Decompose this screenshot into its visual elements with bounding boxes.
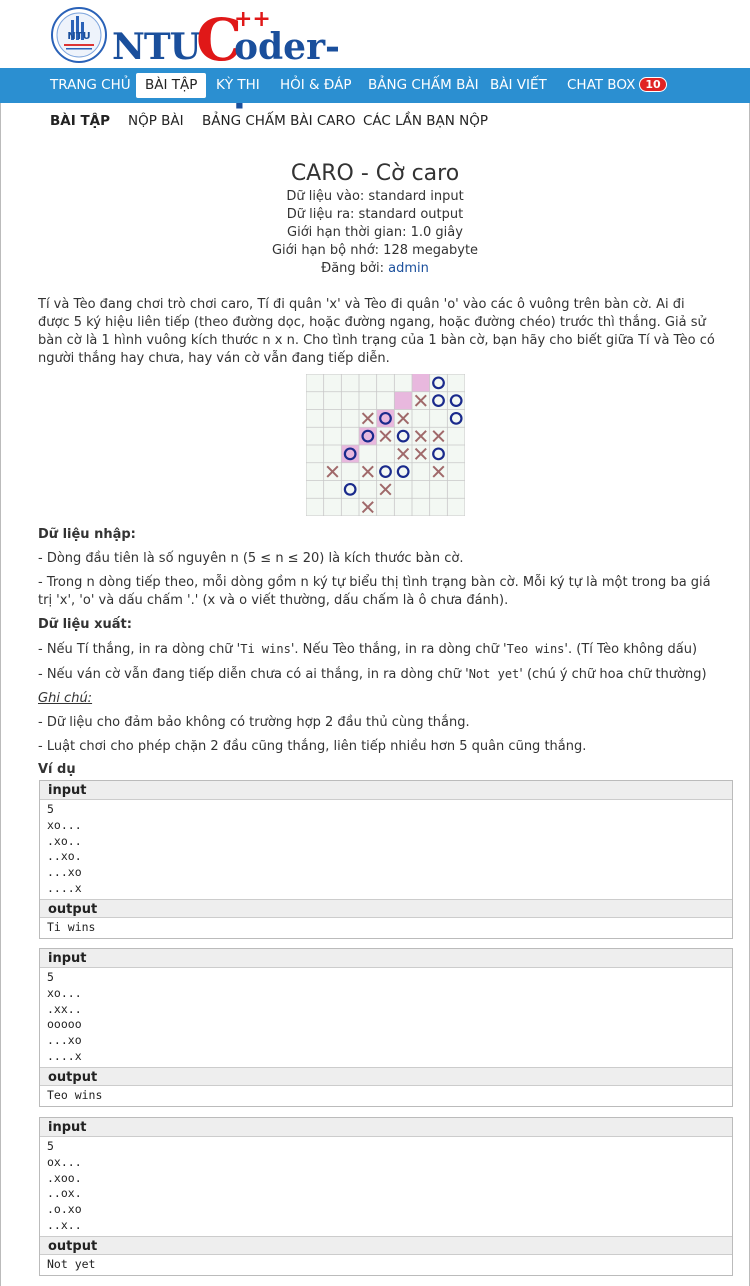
notes-heading: Ghi chú: <box>38 691 93 706</box>
nav-scoreboard[interactable]: BẢNG CHẤM BÀI <box>359 73 488 98</box>
notes-line-2: - Luật chơi cho phép chặn 2 đầu cũng thắ… <box>38 739 587 754</box>
university-seal-icon[interactable]: NTU <box>50 6 108 64</box>
input-heading: Dữ liệu nhập: <box>38 527 136 542</box>
input-line-1: - Dòng đầu tiên là số nguyên n (5 ≤ n ≤ … <box>38 551 464 566</box>
example-2-output-label: output <box>40 1066 732 1086</box>
example-1-input[interactable]: 5 xo... .xo.. ..xo. ...xo ....x <box>40 800 732 899</box>
author-link[interactable]: admin <box>388 261 429 276</box>
code-teo-wins: Teo wins <box>506 642 565 656</box>
input-spec: Dữ liệu vào: standard input <box>286 189 464 204</box>
example-3-input-label: input <box>40 1118 732 1137</box>
nav-qa[interactable]: HỎI & ĐÁP <box>271 73 360 98</box>
output-line-1: - Nếu Tí thắng, in ra dòng chữ 'Ti wins'… <box>38 640 697 659</box>
subnav-exercises[interactable]: BÀI TẬP <box>50 113 110 129</box>
example-2: input 5 xo... .xx.. ooooo ...xo ....x ou… <box>39 948 733 1107</box>
author-label: Đăng bởi: <box>321 261 389 276</box>
time-limit: Giới hạn thời gian: 1.0 giây <box>287 225 463 240</box>
input-line-2: - Trong n dòng tiếp theo, mỗi dòng gồm n… <box>38 575 711 608</box>
example-3-output-label: output <box>40 1235 732 1255</box>
subnav-submit[interactable]: NỘP BÀI <box>128 113 184 129</box>
notes-line-1: - Dữ liệu cho đảm bảo không có trường hợ… <box>38 715 470 730</box>
board-highlight-cell <box>394 391 412 410</box>
nav-articles[interactable]: BÀI VIẾT <box>481 73 556 98</box>
main-nav: TRANG CHỦ BÀI TẬP KỲ THI HỎI & ĐÁP BẢNG … <box>0 68 750 103</box>
example-1-output-label: output <box>40 898 732 918</box>
caro-board-image <box>306 374 465 516</box>
nav-chat-box[interactable]: CHAT BOX 10 <box>558 73 676 98</box>
example-3-output[interactable]: Not yet <box>40 1255 732 1275</box>
memory-limit: Giới hạn bộ nhớ: 128 megabyte <box>271 243 479 258</box>
subnav-problem-scoreboard[interactable]: BẢNG CHẤM BÀI CARO <box>202 113 356 129</box>
example-2-input[interactable]: 5 xo... .xx.. ooooo ...xo ....x <box>40 968 732 1067</box>
problem-title: CARO - Cờ caro <box>290 161 460 186</box>
code-not-yet: Not yet <box>468 667 520 681</box>
examples-heading: Ví dụ <box>38 762 76 777</box>
nav-contests[interactable]: KỲ THI <box>207 73 269 98</box>
output-spec: Dữ liệu ra: standard output <box>286 207 464 222</box>
example-2-input-label: input <box>40 949 732 968</box>
example-1-output[interactable]: Ti wins <box>40 918 732 938</box>
example-1: input 5 xo... .xo.. ..xo. ...xo ....x ou… <box>39 780 733 939</box>
board-highlight-cell <box>412 374 430 392</box>
nav-chat-label: CHAT BOX <box>567 77 636 93</box>
seal-text: NTU <box>67 31 90 42</box>
subnav-my-submissions[interactable]: CÁC LẦN BẠN NỘP <box>363 113 488 129</box>
example-2-output[interactable]: Teo wins <box>40 1086 732 1106</box>
example-3-input[interactable]: 5 ox... .xoo. ..ox. .o.xo ..x.. <box>40 1137 732 1236</box>
author-line: Đăng bởi: admin <box>0 260 750 278</box>
site-header: NTU NTU C ++ oder-β <box>0 0 750 110</box>
logo-ntu: NTU <box>112 26 201 68</box>
output-line-2-text-a: - Nếu ván cờ vẫn đang tiếp diễn chưa có … <box>38 667 469 682</box>
output-heading: Dữ liệu xuất: <box>38 617 132 632</box>
sub-nav: BÀI TẬP NỘP BÀI BẢNG CHẤM BÀI CARO CÁC L… <box>0 103 750 139</box>
problem-statement: Tí và Tèo đang chơi trò chơi caro, Tí đi… <box>38 297 715 366</box>
output-line-1-text-b: '. Nếu Tèo thắng, in ra dòng chữ ' <box>290 642 507 657</box>
nav-home[interactable]: TRANG CHỦ <box>41 73 140 98</box>
output-line-1-text-c: '. (Tí Tèo không dấu) <box>564 642 698 657</box>
problem-header: CARO - Cờ caro Dữ liệu vào: standard inp… <box>0 160 750 278</box>
output-line-1-text-a: - Nếu Tí thắng, in ra dòng chữ ' <box>38 642 241 657</box>
chat-count-badge: 10 <box>639 77 667 92</box>
output-line-2: - Nếu ván cờ vẫn đang tiếp diễn chưa có … <box>38 665 707 684</box>
example-1-input-label: input <box>40 781 732 800</box>
example-3: input 5 ox... .xoo. ..ox. .o.xo ..x.. ou… <box>39 1117 733 1276</box>
output-line-2-text-b: ' (chú ý chữ hoa chữ thường) <box>519 667 707 682</box>
nav-exercises[interactable]: BÀI TẬP <box>136 73 207 98</box>
code-ti-wins: Ti wins <box>240 642 291 656</box>
